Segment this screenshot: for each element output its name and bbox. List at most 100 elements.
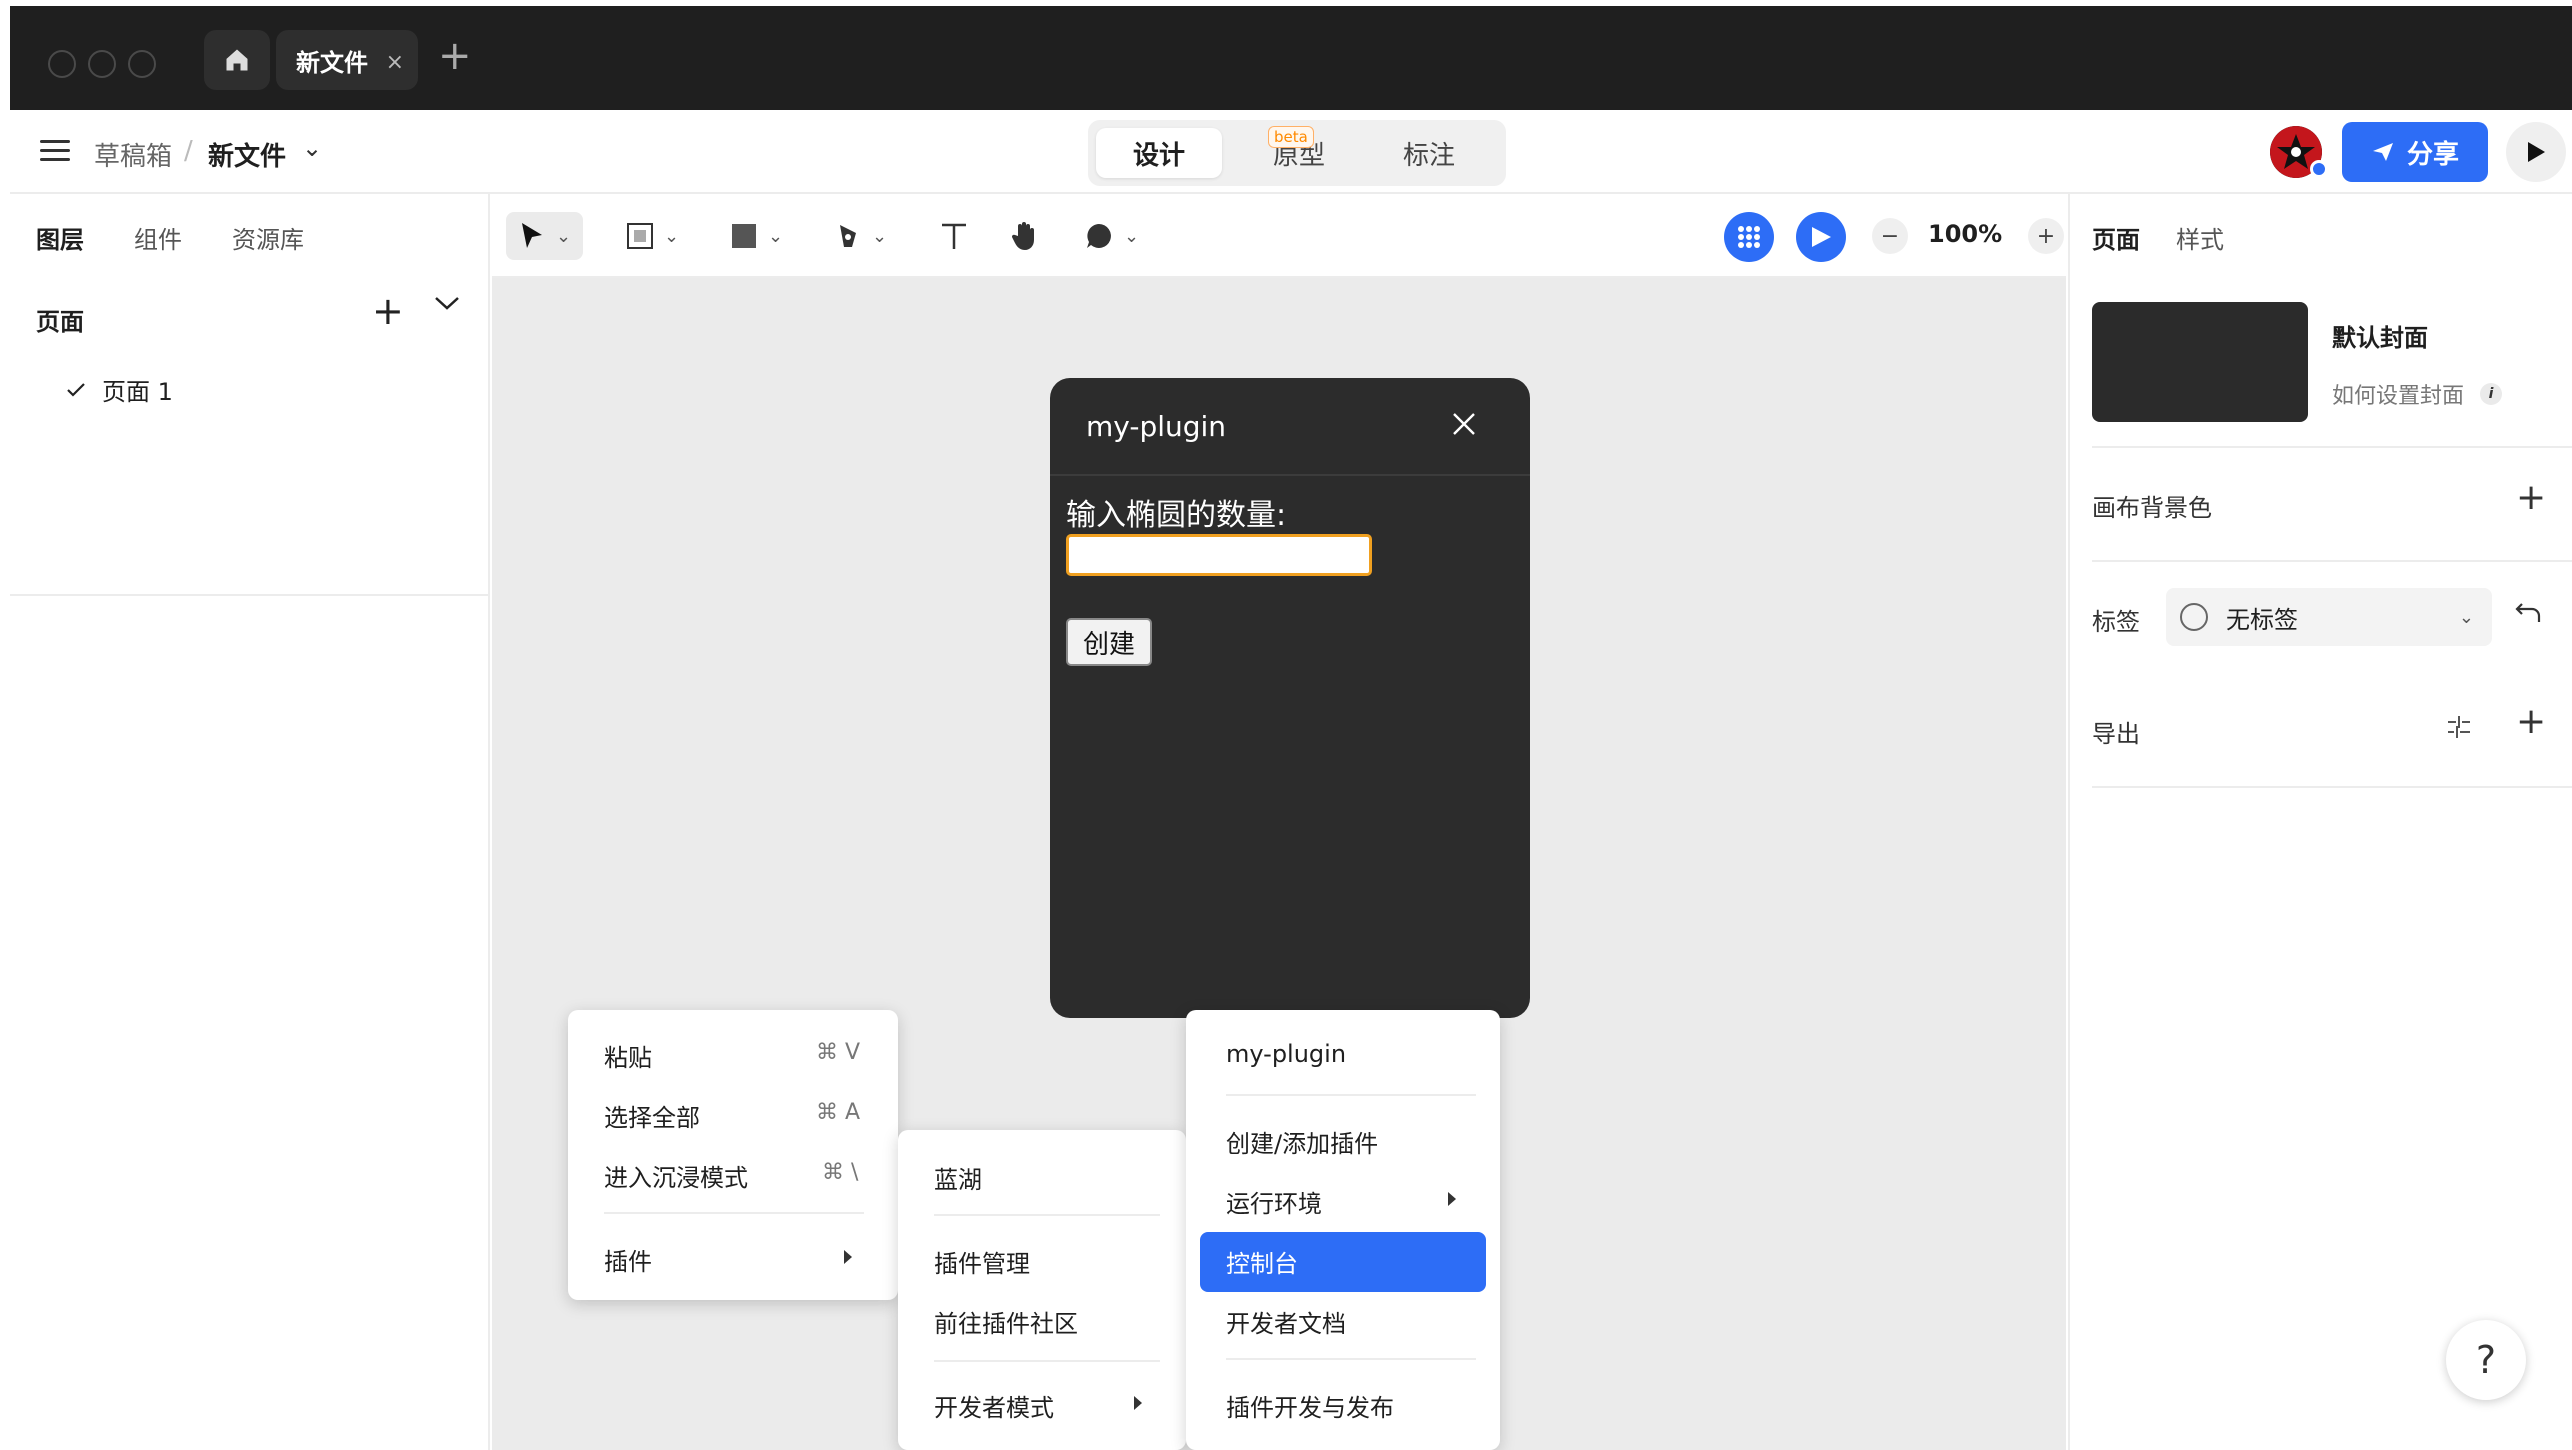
plugin-divider xyxy=(1050,474,1530,476)
mode-tab-design[interactable]: 设计 xyxy=(1096,128,1222,178)
app-header: 草稿箱 / 新文件 ⌄ 设计 原型 beta 标注 分享 xyxy=(10,110,2572,194)
cover-thumbnail[interactable] xyxy=(2092,302,2308,422)
plugin-close-icon[interactable] xyxy=(1450,410,1478,442)
menu-divider xyxy=(604,1212,864,1214)
menu-item-my-plugin[interactable]: my-plugin xyxy=(1226,1040,1346,1068)
tab-title: 新文件 xyxy=(296,48,368,77)
shortcut-immersive: ⌘ \ xyxy=(822,1160,859,1185)
hamburger-menu-icon[interactable] xyxy=(40,140,70,162)
menu-item-plugins[interactable]: 插件 xyxy=(604,1242,652,1277)
tab-assets[interactable]: 资源库 xyxy=(232,220,304,255)
rectangle-tool-icon xyxy=(732,224,756,248)
toolbar: ⌄ ⌄ ⌄ ⌄ ⌄ − 100% + xyxy=(492,194,2066,278)
rectangle-tool-button[interactable]: ⌄ xyxy=(730,212,783,260)
chevron-down-icon: ⌄ xyxy=(664,225,680,247)
page-list-item[interactable]: 页面 1 xyxy=(66,372,173,407)
home-icon xyxy=(226,49,248,71)
context-menu: 粘贴 ⌘ V 选择全部 ⌘ A 进入沉浸模式 ⌘ \ 插件 xyxy=(568,1010,898,1300)
cover-help-label: 如何设置封面 xyxy=(2332,384,2465,409)
run-plugin-button[interactable] xyxy=(1796,212,1846,262)
zoom-level[interactable]: 100% xyxy=(1928,220,2002,248)
properties-panel: 页面 样式 默认封面 如何设置封面 i 画布背景色 + 标签 无标签 ⌄ 导出 … xyxy=(2068,194,2572,1450)
menu-item-console[interactable]: 控制台 xyxy=(1226,1244,1298,1279)
left-panel-tabs: 图层 组件 资源库 xyxy=(36,220,304,255)
tag-select[interactable]: 无标签 ⌄ xyxy=(2166,588,2492,646)
tag-circle-icon xyxy=(2180,603,2208,631)
home-button[interactable] xyxy=(204,30,270,90)
mode-switch: 设计 原型 beta 标注 xyxy=(1088,120,1506,186)
menu-item-select-all[interactable]: 选择全部 xyxy=(604,1098,700,1133)
window-zoom-button[interactable] xyxy=(128,50,156,78)
hand-tool-button[interactable] xyxy=(1010,212,1040,260)
shortcut-paste: ⌘ V xyxy=(816,1040,861,1065)
window-close-button[interactable] xyxy=(48,50,76,78)
window-minimize-button[interactable] xyxy=(88,50,116,78)
menu-item-dev-docs[interactable]: 开发者文档 xyxy=(1226,1304,1346,1339)
pen-tool-button[interactable]: ⌄ xyxy=(834,212,887,260)
share-button[interactable]: 分享 xyxy=(2342,122,2488,182)
tab-components[interactable]: 组件 xyxy=(134,220,182,255)
help-button[interactable]: ? xyxy=(2446,1320,2526,1400)
tab-style[interactable]: 样式 xyxy=(2176,220,2224,255)
menu-item-paste[interactable]: 粘贴 xyxy=(604,1038,652,1073)
add-export-icon[interactable]: + xyxy=(2516,704,2546,740)
plugins-submenu: 蓝湖 插件管理 前往插件社区 开发者模式 xyxy=(898,1130,1186,1450)
file-menu-chevron-icon[interactable]: ⌄ xyxy=(302,134,322,162)
create-button[interactable]: 创建 xyxy=(1066,618,1152,666)
text-tool-button[interactable] xyxy=(938,212,970,260)
submenu-arrow-icon xyxy=(1448,1192,1456,1206)
export-label: 导出 xyxy=(2092,720,2140,748)
move-tool-button[interactable]: ⌄ xyxy=(506,212,584,260)
menu-item-create-plugin[interactable]: 创建/添加插件 xyxy=(1226,1124,1378,1159)
tag-label: 标签 xyxy=(2092,608,2140,636)
add-canvas-bg-icon[interactable]: + xyxy=(2516,480,2546,516)
chevron-down-icon: ⌄ xyxy=(768,225,784,247)
menu-item-plugin-manage[interactable]: 插件管理 xyxy=(934,1244,1030,1279)
text-tool-icon xyxy=(942,223,966,249)
chevron-down-icon: ⌄ xyxy=(872,225,888,247)
collapse-pages-chevron-icon[interactable] xyxy=(434,294,460,316)
canvas-bg-label: 画布背景色 xyxy=(2092,494,2212,522)
menu-divider xyxy=(934,1214,1160,1216)
tab-page[interactable]: 页面 xyxy=(2092,220,2140,255)
play-icon xyxy=(2528,142,2545,162)
new-tab-button[interactable]: + xyxy=(438,36,472,76)
menu-item-runtime[interactable]: 运行环境 xyxy=(1226,1184,1322,1219)
ellipse-count-label: 输入椭圆的数量: xyxy=(1066,498,1287,533)
chevron-down-icon: ⌄ xyxy=(2458,606,2474,628)
check-icon xyxy=(67,382,85,397)
comment-tool-icon xyxy=(1087,224,1111,248)
page-name: 页面 1 xyxy=(102,378,173,406)
beta-badge: beta xyxy=(1268,126,1314,148)
tab-close-icon[interactable]: × xyxy=(386,50,404,75)
submenu-arrow-icon xyxy=(1134,1396,1142,1410)
menu-divider xyxy=(1226,1094,1476,1096)
plugins-button[interactable] xyxy=(1724,212,1774,262)
export-settings-icon[interactable] xyxy=(2444,712,2474,746)
plugin-window: my-plugin 输入椭圆的数量: 创建 xyxy=(1050,378,1530,1018)
tab-layers[interactable]: 图层 xyxy=(36,220,84,255)
undo-icon[interactable] xyxy=(2514,598,2544,632)
plugin-title: my-plugin xyxy=(1086,410,1227,443)
menu-item-developer-mode[interactable]: 开发者模式 xyxy=(934,1388,1054,1423)
zoom-in-button[interactable]: + xyxy=(2028,218,2064,254)
menu-item-immersive[interactable]: 进入沉浸模式 xyxy=(604,1158,748,1193)
menu-item-plugin-community[interactable]: 前往插件社区 xyxy=(934,1304,1078,1339)
menu-item-publish[interactable]: 插件开发与发布 xyxy=(1226,1388,1394,1423)
menu-divider xyxy=(1226,1358,1476,1360)
chevron-down-icon: ⌄ xyxy=(556,225,572,247)
add-page-icon[interactable]: + xyxy=(372,292,404,330)
zoom-out-button[interactable]: − xyxy=(1872,218,1908,254)
cover-help-link[interactable]: 如何设置封面 i xyxy=(2332,378,2503,410)
comment-tool-button[interactable]: ⌄ xyxy=(1084,212,1139,260)
breadcrumb-drafts[interactable]: 草稿箱 xyxy=(94,136,172,173)
browser-tab[interactable]: 新文件 × xyxy=(276,30,418,90)
online-status-dot xyxy=(2310,160,2328,178)
menu-item-lanhu[interactable]: 蓝湖 xyxy=(934,1160,982,1195)
present-button[interactable] xyxy=(2506,122,2566,182)
file-name[interactable]: 新文件 xyxy=(208,136,286,173)
mode-tab-annotate[interactable]: 标注 xyxy=(1366,128,1492,178)
frame-tool-button[interactable]: ⌄ xyxy=(626,212,679,260)
section-divider xyxy=(2092,560,2572,562)
ellipse-count-input[interactable] xyxy=(1066,534,1372,576)
